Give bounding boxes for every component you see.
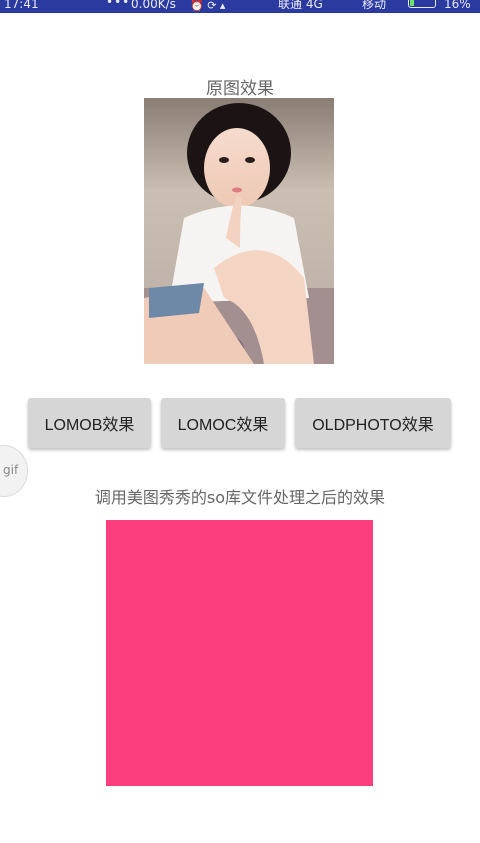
original-image-label: 原图效果	[206, 79, 274, 99]
carrier-unicom: 联通 4G	[278, 0, 323, 11]
status-icons: ⏰ ⟳ ▴	[190, 0, 225, 12]
battery-icon	[408, 0, 436, 8]
lomob-effect-button[interactable]: LOMOB效果	[28, 398, 151, 448]
sync-icon: ⟳	[207, 0, 217, 12]
carrier-mobile: 移动	[362, 0, 387, 11]
oldphoto-effect-button[interactable]: OLDPHOTO效果	[295, 398, 451, 448]
status-time: 17:41	[4, 0, 39, 11]
result-image-label: 调用美图秀秀的so库文件处理之后的效果	[94, 488, 386, 507]
alarm-icon: ⏰	[190, 0, 204, 12]
original-photo	[144, 98, 334, 364]
status-bar: 17:41 ••• 0.00K/s ⏰ ⟳ ▴ 联通 4G 移动 16%	[0, 0, 480, 13]
signal-icon: ▴	[219, 0, 226, 12]
portrait-image	[144, 98, 334, 364]
battery-level	[410, 0, 414, 6]
gif-badge-label: gif	[3, 463, 19, 477]
network-speed: 0.00K/s	[131, 0, 176, 11]
status-dots: •••	[106, 0, 131, 9]
processed-result-image	[106, 520, 373, 786]
battery-percent: 16%	[444, 0, 471, 11]
lomoc-effect-button[interactable]: LOMOC效果	[161, 398, 285, 448]
